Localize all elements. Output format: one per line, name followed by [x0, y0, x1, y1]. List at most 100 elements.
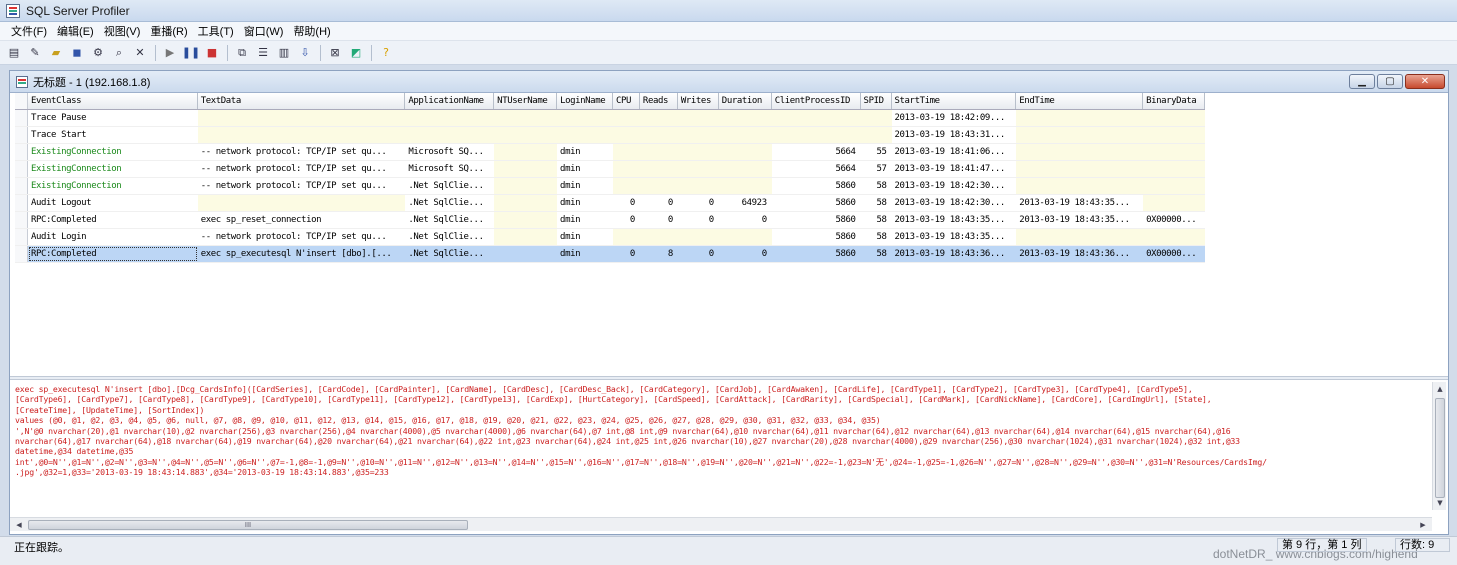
cell-duration[interactable] — [718, 161, 772, 177]
cell-eventclass[interactable]: Audit Logout — [28, 195, 198, 211]
cell-writes[interactable] — [677, 178, 719, 194]
cell-binarydata[interactable]: 0X00000... — [1143, 212, 1205, 228]
table-row[interactable]: Trace Start 2013-03-19 18:43:31... — [15, 127, 1205, 144]
new-trace-icon[interactable]: ▤ — [4, 44, 24, 62]
cell-reads[interactable]: 0 — [640, 212, 678, 228]
cell-binarydata[interactable] — [1143, 195, 1205, 211]
cell-starttime[interactable]: 2013-03-19 18:42:30... — [892, 178, 1017, 194]
cell-ntusername[interactable] — [494, 161, 558, 177]
cell-starttime[interactable]: 2013-03-19 18:41:06... — [892, 144, 1017, 160]
pause-trace-icon[interactable]: ❚❚ — [181, 44, 201, 62]
cell-spid[interactable]: 58 — [861, 246, 892, 262]
column-header-endtime[interactable]: EndTime — [1016, 93, 1144, 109]
cell-eventclass[interactable]: RPC:Completed — [28, 246, 198, 262]
cell-textdata[interactable]: exec sp_reset_connection — [198, 212, 406, 228]
cell-applicationname[interactable]: .Net SqlClie... — [405, 178, 494, 194]
cell-writes[interactable] — [677, 127, 719, 143]
cell-loginname[interactable]: dmin — [557, 246, 613, 262]
cell-reads[interactable] — [639, 127, 678, 143]
cell-duration[interactable] — [718, 127, 772, 143]
cell-starttime[interactable]: 2013-03-19 18:43:36... — [892, 246, 1017, 262]
cell-loginname[interactable]: dmin — [557, 212, 613, 228]
menu-edit[interactable]: 编辑(E) — [52, 23, 99, 39]
cell-ntusername[interactable] — [494, 110, 558, 126]
cell-binarydata[interactable]: 0X00000... — [1143, 246, 1205, 262]
maximize-button[interactable]: ▢ — [1377, 74, 1403, 89]
cell-ntusername[interactable] — [494, 212, 558, 228]
column-header-applicationname[interactable]: ApplicationName — [405, 93, 495, 109]
help-icon[interactable]: ? — [376, 44, 396, 62]
cell-duration[interactable] — [718, 178, 772, 194]
row-header[interactable] — [15, 229, 28, 245]
tile-windows-icon[interactable]: ⧉ — [232, 44, 252, 62]
cell-textdata[interactable]: -- network protocol: TCP/IP set qu... — [198, 161, 406, 177]
cell-reads[interactable] — [639, 110, 678, 126]
cell-endtime[interactable] — [1016, 178, 1144, 194]
cell-binarydata[interactable] — [1143, 110, 1205, 126]
cell-spid[interactable]: 58 — [861, 229, 892, 245]
column-header-cpu[interactable]: CPU — [613, 93, 640, 109]
cell-spid[interactable]: 58 — [861, 212, 892, 228]
table-row[interactable]: ExistingConnection -- network protocol: T… — [15, 144, 1205, 161]
filter-icon[interactable]: ▥ — [274, 44, 294, 62]
cell-clientprocessid[interactable]: 5860 — [772, 246, 861, 262]
table-row[interactable]: Audit Login -- network protocol: TCP/IP s… — [15, 229, 1205, 246]
cell-duration[interactable] — [718, 144, 772, 160]
cell-cpu[interactable] — [612, 110, 640, 126]
cell-textdata[interactable]: -- network protocol: TCP/IP set qu... — [198, 229, 406, 245]
cell-eventclass[interactable]: Trace Pause — [28, 110, 198, 126]
cell-loginname[interactable]: dmin — [557, 229, 613, 245]
cell-clientprocessid[interactable]: 5664 — [772, 144, 861, 160]
cell-starttime[interactable]: 2013-03-19 18:43:35... — [892, 229, 1017, 245]
row-header[interactable] — [15, 212, 28, 228]
cell-ntusername[interactable] — [494, 229, 558, 245]
cell-binarydata[interactable] — [1143, 127, 1205, 143]
cell-writes[interactable] — [677, 110, 719, 126]
cell-eventclass[interactable]: Audit Login — [28, 229, 198, 245]
cell-endtime[interactable] — [1016, 161, 1144, 177]
column-header-spid[interactable]: SPID — [861, 93, 892, 109]
row-header[interactable] — [15, 246, 28, 262]
cell-duration[interactable] — [718, 229, 772, 245]
cell-cpu[interactable]: 0 — [613, 246, 640, 262]
scroll-left-icon[interactable]: ◀ — [12, 518, 26, 532]
clear-trace-icon[interactable]: ✕ — [130, 44, 150, 62]
table-row[interactable]: ExistingConnection -- network protocol: T… — [15, 161, 1205, 178]
cell-cpu[interactable] — [612, 144, 640, 160]
cell-applicationname[interactable]: Microsoft SQ... — [405, 161, 494, 177]
cell-endtime[interactable] — [1016, 229, 1144, 245]
hscroll-thumb[interactable]: III — [28, 520, 468, 530]
row-header[interactable] — [15, 161, 28, 177]
minimize-button[interactable]: ▁ — [1349, 74, 1375, 89]
cell-loginname[interactable] — [557, 127, 613, 143]
cell-ntusername[interactable] — [494, 178, 558, 194]
cell-reads[interactable]: 0 — [640, 195, 678, 211]
column-header-duration[interactable]: Duration — [719, 93, 772, 109]
tuning-advisor-icon[interactable]: ⊠ — [325, 44, 345, 62]
cell-ntusername[interactable] — [494, 144, 558, 160]
cell-duration[interactable]: 0 — [719, 246, 772, 262]
cell-writes[interactable]: 0 — [678, 212, 719, 228]
auto-scroll-icon[interactable]: ⇩ — [295, 44, 315, 62]
cell-cpu[interactable] — [612, 161, 640, 177]
stop-trace-icon[interactable]: ■ — [202, 44, 222, 62]
detail-horizontal-scrollbar[interactable]: ◀ III ▶ — [10, 517, 1432, 531]
cell-reads[interactable] — [639, 161, 678, 177]
cell-applicationname[interactable]: .Net SqlClie... — [405, 229, 494, 245]
cell-duration[interactable]: 0 — [719, 212, 772, 228]
cell-endtime[interactable]: 2013-03-19 18:43:35... — [1016, 195, 1143, 211]
scroll-up-icon[interactable]: ▲ — [1433, 382, 1447, 396]
menu-tools[interactable]: 工具(T) — [193, 23, 239, 39]
cell-cpu[interactable] — [612, 127, 640, 143]
menu-replay[interactable]: 重播(R) — [145, 23, 192, 39]
detail-vertical-scrollbar[interactable]: ▲ ▼ — [1432, 382, 1446, 510]
menu-file[interactable]: 文件(F) — [6, 23, 52, 39]
scroll-right-icon[interactable]: ▶ — [1416, 518, 1430, 532]
cell-endtime[interactable] — [1016, 110, 1144, 126]
row-header[interactable] — [15, 127, 28, 143]
cell-eventclass[interactable]: Trace Start — [28, 127, 198, 143]
cell-ntusername[interactable] — [494, 127, 558, 143]
table-row[interactable]: Trace Pause 2013-03-19 18:42:09... — [15, 110, 1205, 127]
menu-view[interactable]: 视图(V) — [99, 23, 146, 39]
cell-spid[interactable]: 55 — [861, 144, 892, 160]
